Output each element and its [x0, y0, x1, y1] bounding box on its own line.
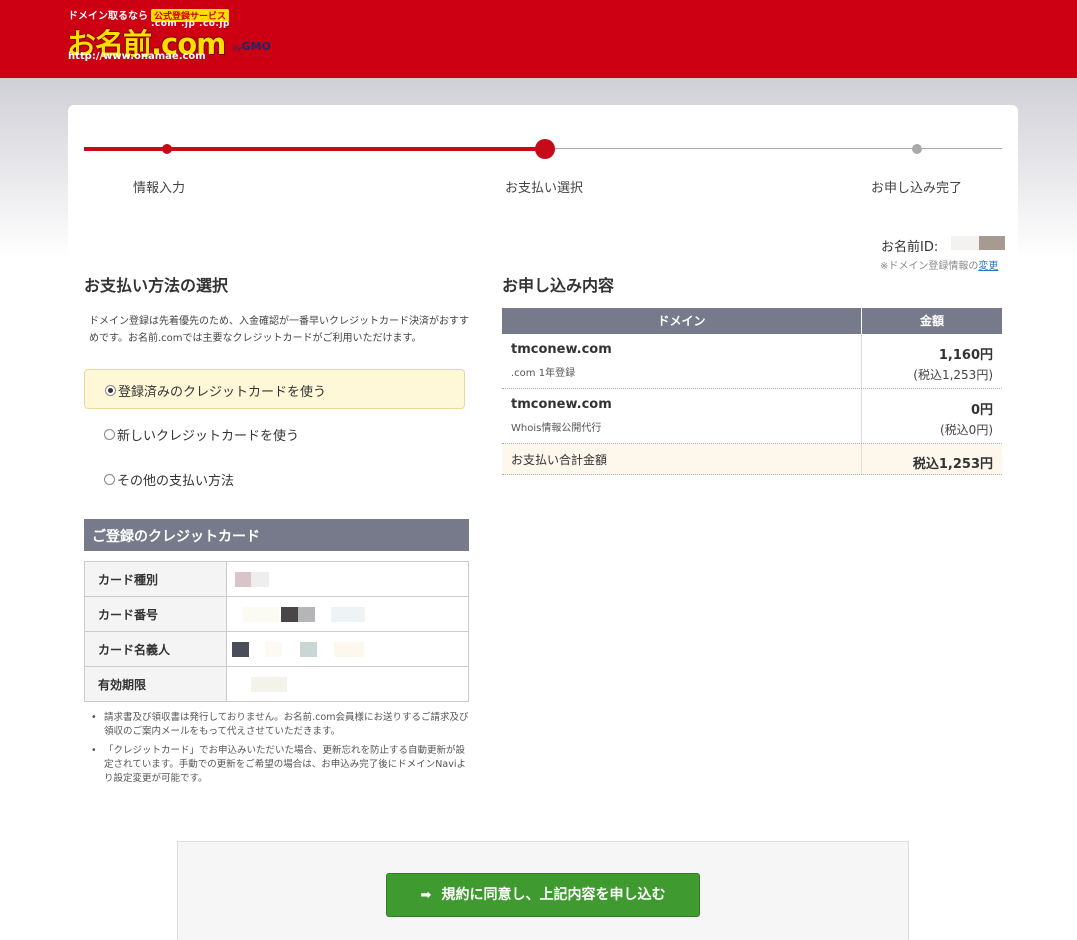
progress-line-remaining	[545, 148, 1002, 149]
order-domain-name: tmconew.com	[511, 397, 612, 412]
table-row: tmconew.com Whois情報公開代行 0円 (税込0円)	[502, 389, 1002, 444]
radio-unselected-icon[interactable]	[104, 429, 115, 440]
option-registered-card-label: 登録済みのクレジットカードを使う	[118, 385, 327, 400]
redacted-block	[281, 607, 298, 622]
redacted-block	[300, 642, 317, 657]
site-header: ドメイン取るなら 公式登録サービス .com .jp .co.jp お名前.com…	[0, 0, 1077, 78]
note-item: 「クレジットカード」でお申込みいただいた場合、更新忘れを防止する自動更新が設定さ…	[90, 744, 470, 786]
progress-line-done	[84, 147, 545, 151]
order-section-title: お申し込み内容	[502, 276, 615, 295]
order-item-domain-cell: tmconew.com .com 1年登録	[502, 334, 862, 388]
order-total-row: お支払い合計金額 税込1,253円	[502, 444, 1002, 475]
option-registered-card[interactable]: 登録済みのクレジットカードを使う	[84, 369, 465, 409]
card-number-label: カード番号	[84, 596, 227, 632]
order-item-amount-cell: 0円 (税込0円)	[862, 389, 1002, 443]
progress-stepper: 情報入力 お支払い選択 お申し込み完了	[84, 138, 1002, 198]
table-row: 有効期限	[84, 666, 469, 702]
step-label-input: 情報入力	[133, 181, 186, 196]
redacted-block	[334, 642, 364, 657]
col-amount-header: 金額	[919, 314, 944, 328]
note-item: 請求書及び領収書は発行しておりません。お名前.com会員様にお送りするご請求及び…	[90, 711, 470, 739]
payment-section-title: お支払い方法の選択	[84, 276, 229, 295]
order-price-tax: (税込0円)	[940, 423, 993, 437]
account-id-label: お名前ID:	[881, 240, 939, 255]
order-price-tax: (税込1,253円)	[913, 368, 993, 382]
registered-card-header: ご登録のクレジットカード	[84, 519, 469, 551]
redacted-block	[243, 607, 279, 622]
logo-gmo-text: GMO	[241, 40, 271, 53]
redacted-block	[251, 572, 269, 587]
redacted-block	[265, 642, 282, 657]
change-note-text: ※ドメイン登録情報の	[880, 261, 979, 272]
redacted-block	[235, 572, 251, 587]
expiry-value-redacted	[226, 666, 469, 702]
order-price: 1,160円	[938, 348, 993, 363]
table-row: カード番号	[84, 596, 469, 632]
redacted-block	[331, 607, 365, 622]
option-other-payment[interactable]: その他の支払い方法	[84, 459, 465, 499]
submit-order-button[interactable]: ➡ 規約に同意し、上記内容を申し込む	[386, 873, 700, 917]
redacted-block	[232, 642, 249, 657]
logo-gmo: byGMO	[233, 40, 271, 53]
submit-order-label: 規約に同意し、上記内容を申し込む	[441, 887, 666, 903]
logo-url: http://www.onamae.com	[68, 51, 206, 62]
order-table: ドメイン 金額 tmconew.com .com 1年登録 1,160円 (税込…	[502, 308, 1002, 475]
order-item-amount-cell: 1,160円 (税込1,253円)	[862, 334, 1002, 388]
card-type-value-redacted	[226, 561, 469, 597]
card-holder-value-redacted	[226, 631, 469, 667]
order-item-domain-cell: tmconew.com Whois情報公開代行	[502, 389, 862, 443]
order-domain-name: tmconew.com	[511, 342, 612, 357]
radio-unselected-icon[interactable]	[104, 474, 115, 485]
col-domain-header: ドメイン	[502, 308, 862, 334]
radio-selected-icon[interactable]	[105, 385, 116, 396]
option-new-card[interactable]: 新しいクレジットカードを使う	[84, 414, 465, 454]
card-number-value-redacted	[226, 596, 469, 632]
arrow-right-icon: ➡	[420, 888, 432, 903]
order-total-label: お支払い合計金額	[502, 444, 862, 474]
change-link[interactable]: 変更	[978, 261, 998, 272]
step-dot-done	[162, 144, 172, 154]
step-dot-todo	[912, 144, 922, 154]
card-type-label: カード種別	[84, 561, 227, 597]
order-domain-detail: Whois情報公開代行	[511, 423, 602, 434]
table-row: カード種別	[84, 561, 469, 597]
payment-description: ドメイン登録は先着優先のため、入金確認が一番早いクレジットカード決済がおすすめで…	[89, 316, 469, 344]
change-note: ※ドメイン登録情報の変更	[880, 257, 998, 272]
order-table-header: ドメイン 金額	[502, 308, 1002, 334]
table-row: tmconew.com .com 1年登録 1,160円 (税込1,253円)	[502, 334, 1002, 389]
onamae-logo[interactable]: ドメイン取るなら 公式登録サービス .com .jp .co.jp お名前.com…	[67, 7, 289, 65]
step-label-complete: お申し込み完了	[871, 181, 963, 196]
registered-card-table: カード種別 カード番号 カード名義人 有効期限	[84, 561, 469, 702]
card-holder-label: カード名義人	[84, 631, 227, 667]
payment-notes: 請求書及び領収書は発行しておりません。お名前.com会員様にお送りするご請求及び…	[90, 711, 470, 791]
account-id-redacted-a	[951, 236, 979, 250]
option-other-payment-label: その他の支払い方法	[117, 474, 235, 489]
redacted-block	[251, 677, 287, 692]
redacted-block	[298, 607, 315, 622]
order-price: 0円	[970, 403, 993, 418]
expiry-label: 有効期限	[84, 666, 227, 702]
option-new-card-label: 新しいクレジットカードを使う	[117, 429, 300, 444]
table-row: カード名義人	[84, 631, 469, 667]
order-total-value: 税込1,253円	[912, 457, 993, 472]
order-domain-detail: .com 1年登録	[511, 368, 576, 379]
step-label-payment: お支払い選択	[505, 181, 584, 196]
account-id-redacted-b	[979, 236, 1005, 250]
step-dot-current	[535, 139, 555, 159]
logo-by: by	[233, 44, 242, 52]
